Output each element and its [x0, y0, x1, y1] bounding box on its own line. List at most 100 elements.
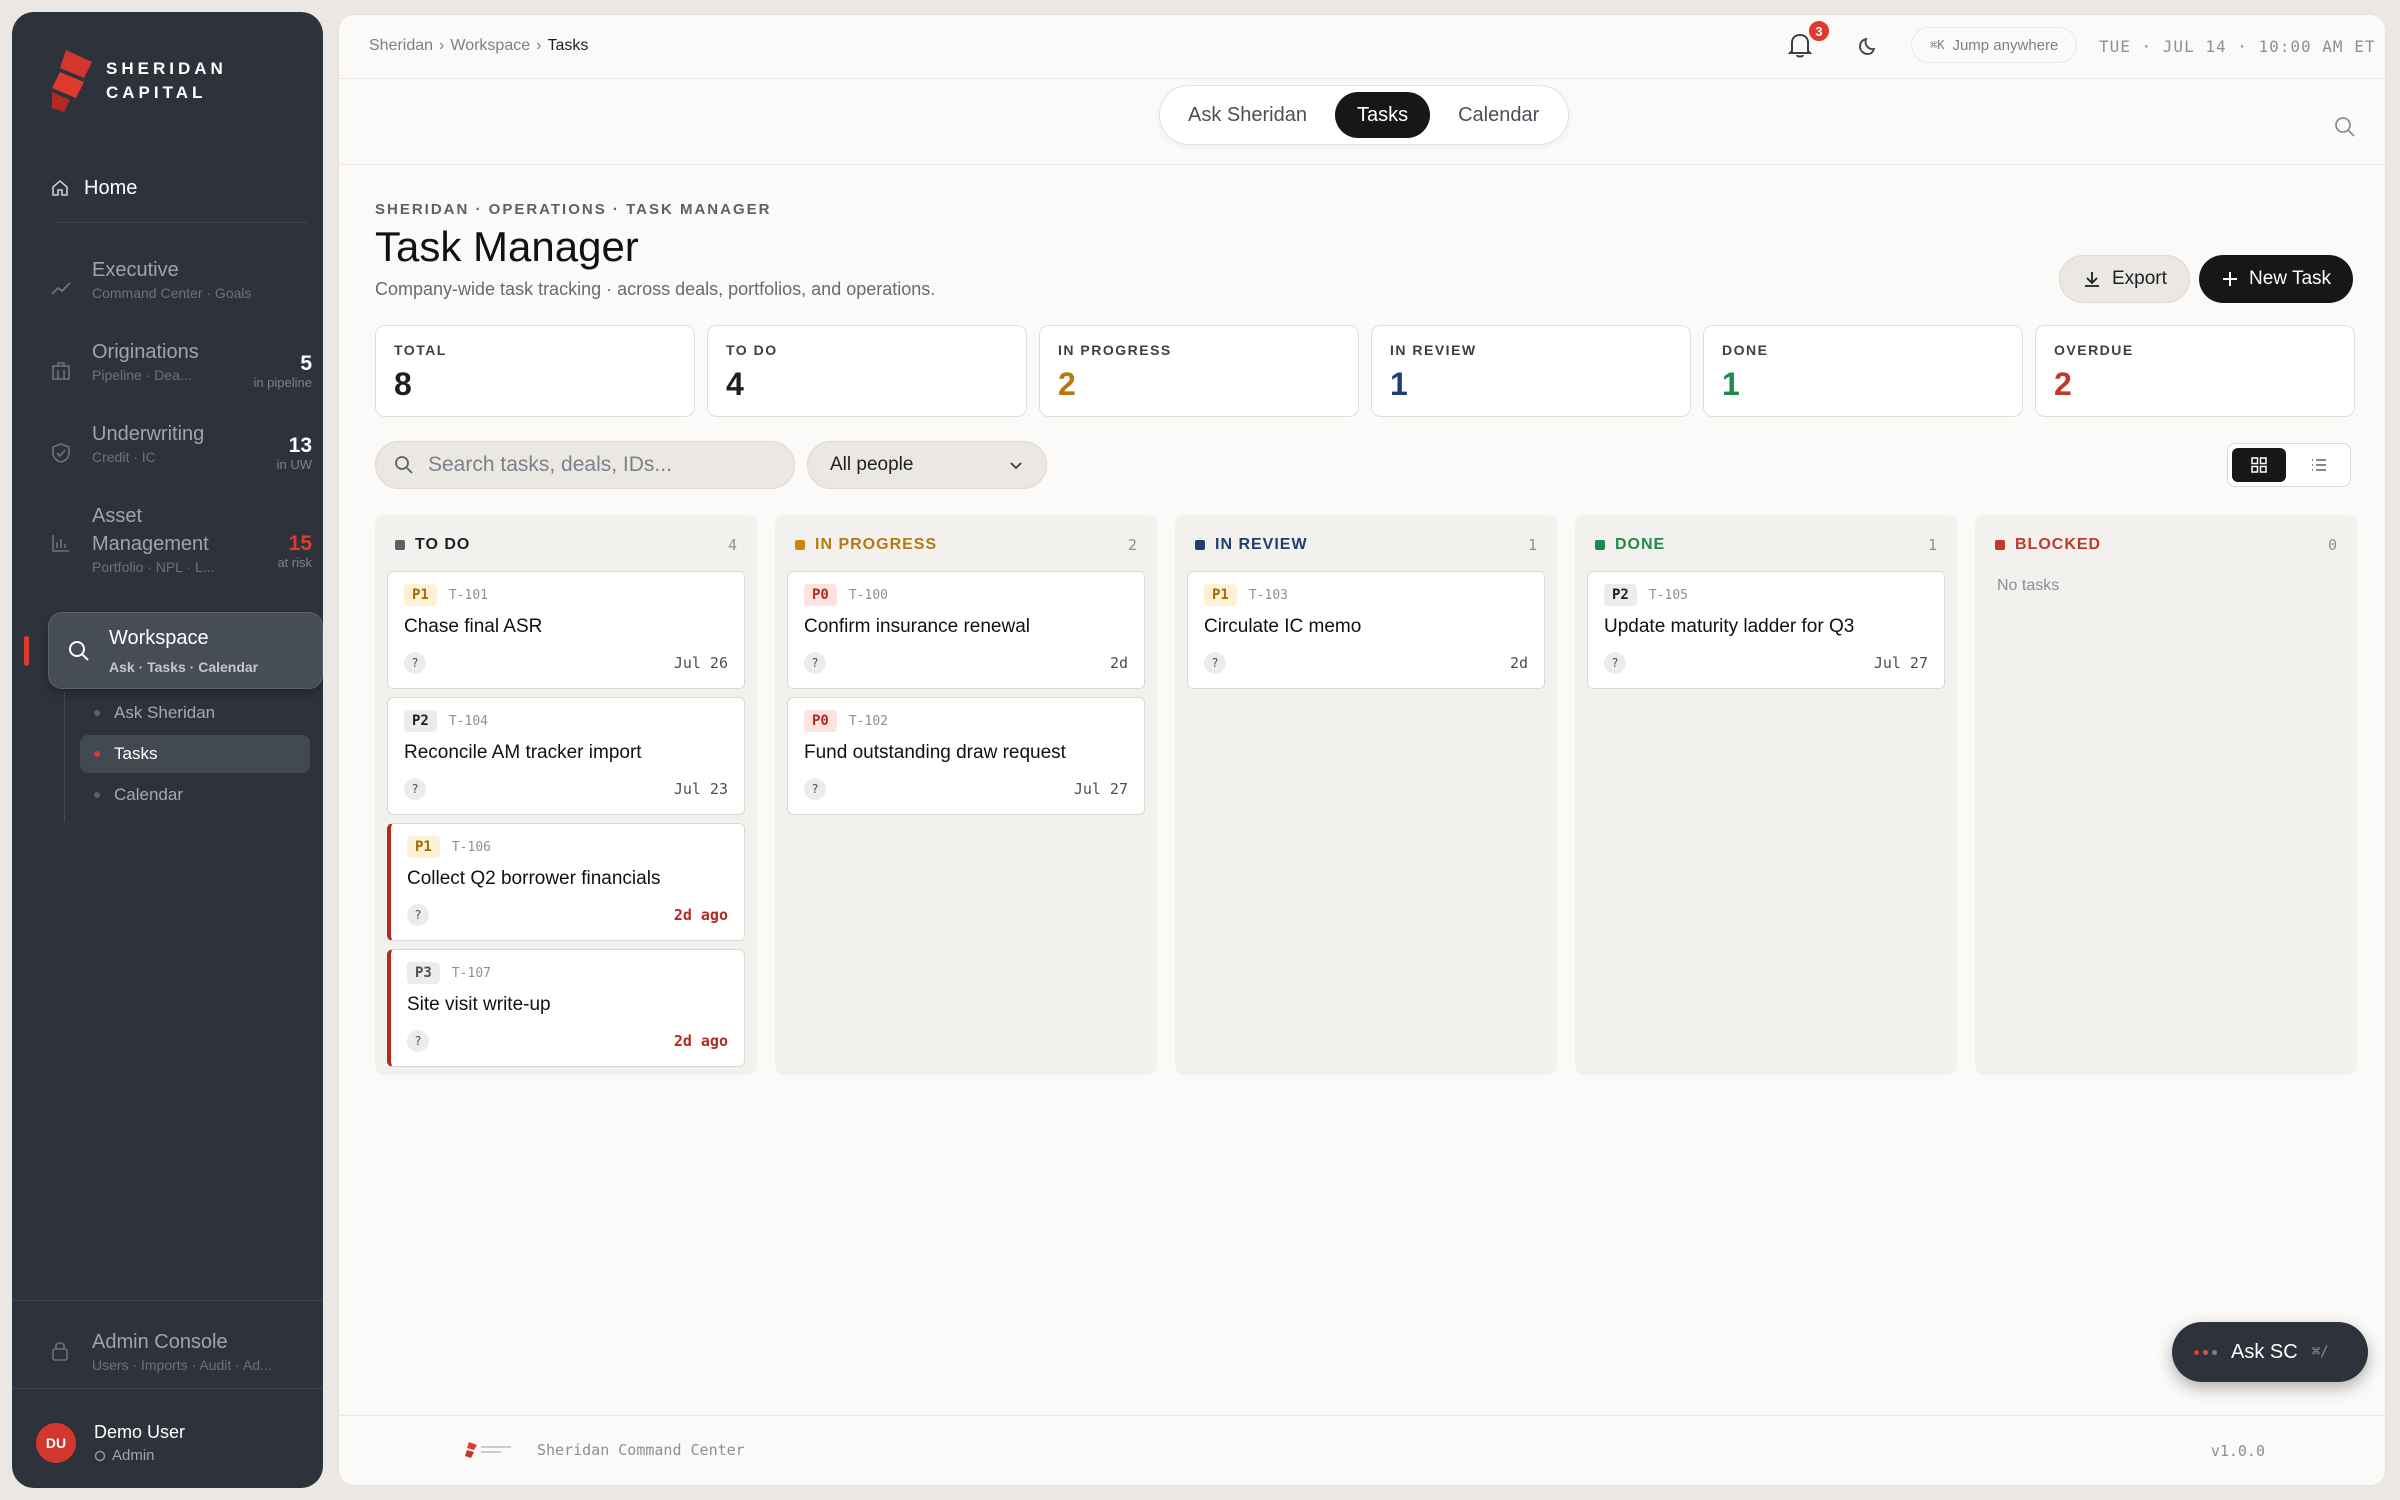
user-profile[interactable]: DU Demo User Admin — [36, 1422, 185, 1464]
tab-tasks[interactable]: Tasks — [1334, 92, 1431, 138]
stat-in-review[interactable]: IN REVIEW 1 — [1371, 325, 1691, 417]
export-button[interactable]: Export — [2059, 255, 2190, 303]
stat-value: 4 — [726, 366, 744, 402]
task-due: 2d — [1509, 654, 1528, 672]
building-icon — [52, 362, 70, 380]
sidebar-item-originations[interactable]: Originations Pipeline · Dea... 5 in pipe… — [50, 338, 312, 390]
sidebar-subitem-tasks[interactable]: Tasks — [80, 735, 310, 773]
kanban-column: BLOCKED 0 No tasks — [1975, 515, 2357, 1075]
kanban-column: TO DO 4 P1 T-101 Chase final ASR? Jul 26 P2 T-1… — [375, 515, 757, 1075]
assignee-avatar[interactable]: ? — [404, 652, 426, 674]
assignee-avatar[interactable]: ? — [1604, 652, 1626, 674]
sidebar-item-executive[interactable]: Executive Command Center · Goals — [50, 256, 312, 302]
user-name: Demo User — [94, 1422, 186, 1442]
people-filter-select[interactable]: All people — [807, 441, 1047, 489]
sidebar-item-sub: Credit · IC — [92, 449, 156, 465]
breadcrumb-item[interactable]: Sheridan — [369, 37, 433, 55]
sidebar-item-sub: Command Center · Goals — [92, 285, 252, 301]
sidebar-item-sub: Ask · Tasks · Calendar — [109, 659, 259, 675]
status-dots-icon — [2194, 1349, 2217, 1355]
active-indicator — [24, 636, 29, 666]
stat-value: 2 — [2054, 366, 2072, 402]
footer-text: Sheridan Command Center — [537, 1441, 745, 1459]
stat-total[interactable]: TOTAL 8 — [375, 325, 695, 417]
footer: Sheridan Command Center v1.0.0 — [339, 1415, 2385, 1485]
sidebar-item-asset-management[interactable]: Asset Management Portfolio · NPL · L... … — [50, 502, 312, 576]
sidebar-item-workspace[interactable]: Workspace Ask · Tasks · Calendar — [48, 612, 323, 689]
breadcrumb-current: Tasks — [547, 37, 589, 54]
sidebar-subitem-calendar[interactable]: Calendar — [80, 776, 310, 814]
stat-label: TOTAL — [394, 342, 447, 358]
sidebar-item-underwriting[interactable]: Underwriting Credit · IC 13 in UW — [50, 420, 312, 472]
assignee-avatar[interactable]: ? — [1204, 652, 1226, 674]
task-title: Site visit write-up — [407, 994, 551, 1015]
stat-overdue[interactable]: OVERDUE 2 — [2035, 325, 2355, 417]
tab-calendar[interactable]: Calendar — [1436, 92, 1561, 138]
ask-sc-button[interactable]: Ask SC ⌘/ — [2172, 1322, 2368, 1382]
stat-done[interactable]: DONE 1 — [1703, 325, 2023, 417]
task-card[interactable]: P2 T-105 Update maturity ladder for Q3? Jul… — [1587, 571, 1945, 689]
task-card[interactable]: P3 T-107 Site visit write-up? 2d ago — [387, 949, 745, 1067]
board-view-button[interactable] — [2232, 448, 2286, 482]
brand-logo[interactable]: SHERIDAN CAPITAL — [52, 50, 227, 112]
sidebar-item-sub: Pipeline · Dea... — [92, 367, 192, 383]
sidebar-item-label: Asset Management — [92, 505, 209, 555]
moon-icon[interactable] — [1857, 35, 1879, 57]
role-icon — [94, 1450, 106, 1461]
task-due: Jul 27 — [1873, 654, 1928, 672]
plus-icon — [2223, 272, 2237, 286]
sidebar-item-admin-console[interactable]: Admin Console Users · Imports · Audit · … — [50, 1328, 272, 1374]
stat-in-progress[interactable]: IN PROGRESS 2 — [1039, 325, 1359, 417]
new-task-button[interactable]: New Task — [2199, 255, 2354, 303]
jump-label: Jump anywhere — [1952, 36, 2059, 54]
assignee-avatar[interactable]: ? — [804, 778, 826, 800]
task-card[interactable]: P2 T-104 Reconcile AM tracker import? Jul 2… — [387, 697, 745, 815]
stat-label: OVERDUE — [2054, 342, 2134, 358]
list-view-button[interactable] — [2292, 448, 2346, 482]
priority-badge: P0 — [804, 710, 837, 732]
list-icon — [2312, 459, 2326, 471]
column-title: DONE — [1615, 536, 1666, 553]
search-icon[interactable] — [2334, 116, 2356, 138]
kanban-column: DONE 1 P2 T-105 Update maturity ladder for Q… — [1575, 515, 1957, 1075]
breadcrumb-item[interactable]: Workspace — [450, 37, 530, 55]
jump-anywhere-button[interactable]: ⌘K Jump anywhere — [1911, 27, 2078, 63]
column-count: 1 — [1527, 536, 1537, 554]
task-card[interactable]: P0 T-100 Confirm insurance renewal? 2d — [787, 571, 1145, 689]
column-title: IN PROGRESS — [815, 536, 938, 553]
sidebar-item-home[interactable]: Home — [36, 170, 316, 206]
sidebar-subitem-label: Ask Sheridan — [114, 703, 216, 722]
assignee-avatar[interactable]: ? — [804, 652, 826, 674]
kanban-column: IN REVIEW 1 P1 T-103 Circulate IC memo? 2d — [1175, 515, 1557, 1075]
search-icon — [69, 641, 89, 661]
assignee-avatar[interactable]: ? — [407, 904, 429, 926]
task-card[interactable]: P0 T-102 Fund outstanding draw request? Jul… — [787, 697, 1145, 815]
stat-todo[interactable]: TO DO 4 — [707, 325, 1027, 417]
sidebar-item-label: Underwriting — [92, 423, 205, 445]
kanban-board: TO DO 4 P1 T-101 Chase final ASR? Jul 26 P2 T-1… — [375, 515, 2357, 1075]
tree-line — [64, 692, 65, 822]
task-card[interactable]: P1 T-106 Collect Q2 borrower financials? 2d… — [387, 823, 745, 941]
column-count: 4 — [727, 536, 737, 554]
datetime: TUE · JUL 14 · 10:00 AM ET — [2099, 37, 2376, 56]
ask-sc-label: Ask SC — [2231, 1340, 2298, 1363]
stat-value: 1 — [1390, 366, 1408, 402]
assignee-avatar[interactable]: ? — [404, 778, 426, 800]
task-id: T-100 — [848, 587, 888, 603]
column-count: 1 — [1927, 536, 1937, 554]
assignee-avatar[interactable]: ? — [407, 1030, 429, 1052]
breadcrumb: Sheridan › Workspace › Tasks — [369, 37, 588, 55]
task-due: 2d ago — [673, 1032, 728, 1050]
tab-switcher: Ask Sheridan Tasks Calendar — [1159, 85, 1569, 145]
task-card[interactable]: P1 T-101 Chase final ASR? Jul 26 — [387, 571, 745, 689]
task-search-input[interactable]: Search tasks, deals, IDs... — [375, 441, 795, 489]
tab-ask-sheridan[interactable]: Ask Sheridan — [1166, 92, 1329, 138]
stat-value: 1 — [1722, 366, 1740, 402]
task-card[interactable]: P1 T-103 Circulate IC memo? 2d — [1187, 571, 1545, 689]
shield-icon — [52, 443, 70, 463]
task-id: T-104 — [448, 713, 488, 729]
brand-line1: SHERIDAN — [106, 59, 227, 78]
grid-icon — [2251, 457, 2267, 473]
brand-line2: CAPITAL — [106, 83, 207, 102]
sidebar-subitem-ask-sheridan[interactable]: Ask Sheridan — [80, 694, 310, 732]
